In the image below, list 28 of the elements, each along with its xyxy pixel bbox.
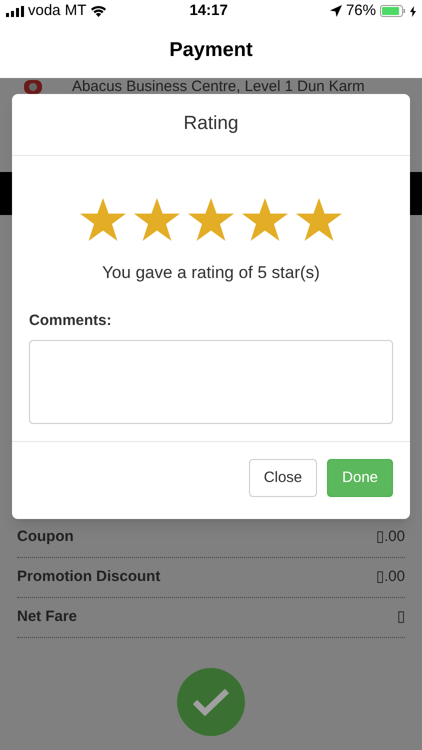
fare-value: ▯ [397,607,405,628]
fare-label: Net Fare [17,607,78,628]
carrier-name: voda MT [28,0,86,21]
fare-label: Promotion Discount [17,567,160,588]
battery-icon [380,5,406,17]
fare-label: Coupon [17,527,74,548]
close-button[interactable]: Close [248,459,318,497]
wifi-icon [90,5,108,17]
fare-value: ▯.00 [376,527,405,548]
page-title: Payment [169,38,253,63]
star-icon[interactable] [296,198,342,242]
location-arrow-icon [330,5,342,17]
check-icon [192,687,230,717]
clock: 14:17 [189,0,228,21]
star-icon[interactable] [188,198,234,242]
rating-message: You gave a rating of 5 star(s) [102,262,320,284]
star-icon[interactable] [242,198,288,242]
charging-bolt-icon [410,6,416,16]
star-icon[interactable] [80,198,126,242]
pickup-address: Abacus Business Centre, Level 1 Dun Karm [72,79,365,95]
battery-percent: 76% [346,0,376,21]
signal-icon [6,6,24,16]
location-pin-icon [24,80,42,94]
comments-field[interactable] [29,340,393,424]
dialog-title: Rating [184,112,238,136]
comments-label: Comments: [29,310,112,330]
star-icon[interactable] [134,198,180,242]
fare-value: ▯.00 [376,567,405,588]
